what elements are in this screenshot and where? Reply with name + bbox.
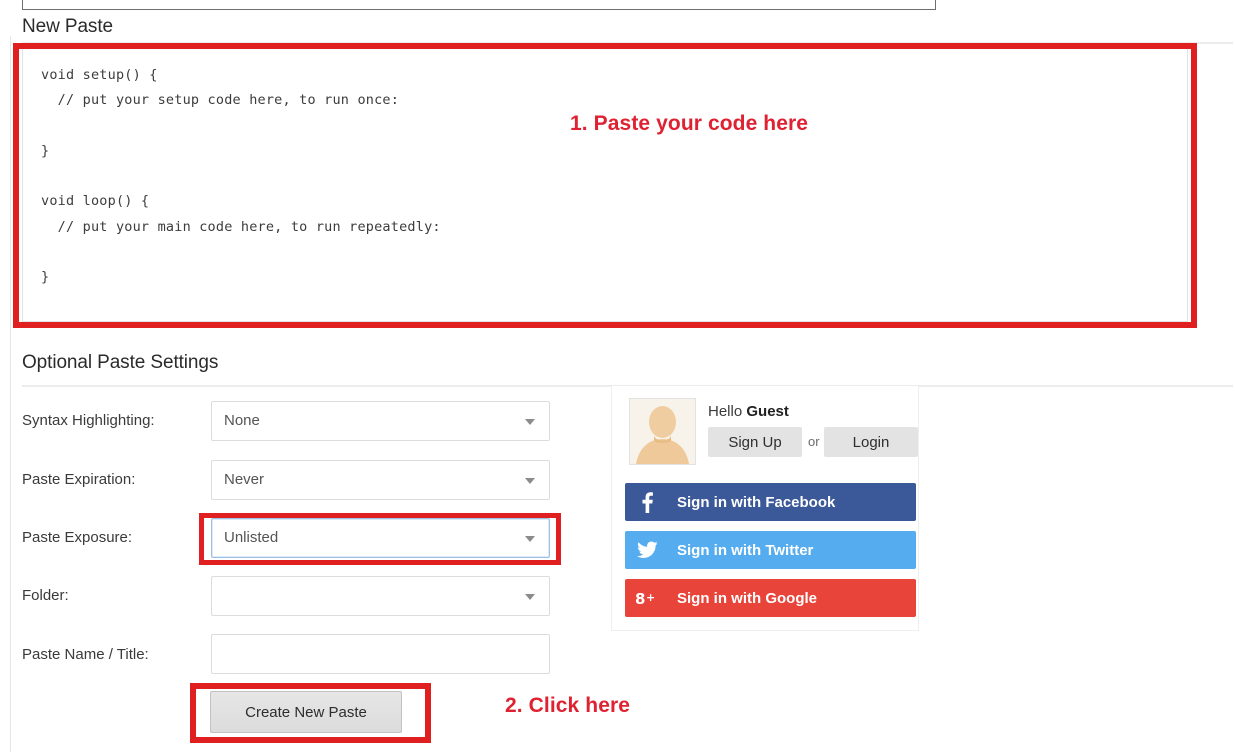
syntax-highlighting-row: None (211, 401, 550, 441)
avatar (629, 398, 696, 465)
annotation-step-2: 2. Click here (505, 694, 631, 717)
cropped-field-above-fold[interactable] (22, 0, 936, 10)
google-plus-icon: 8 + (625, 579, 669, 617)
sign-in-with-twitter-button[interactable]: Sign in with Twitter (625, 531, 916, 569)
content-left-rule (10, 36, 11, 752)
greeting-text: Hello Guest (708, 403, 789, 420)
new-paste-heading: New Paste (22, 16, 113, 37)
sign-in-with-facebook-button[interactable]: Sign in with Facebook (625, 483, 916, 521)
paste-name-input[interactable] (211, 634, 550, 674)
syntax-highlighting-label: Syntax Highlighting: (22, 412, 155, 429)
sign-up-button[interactable]: Sign Up (708, 427, 802, 457)
greeting-prefix: Hello (708, 403, 743, 420)
facebook-icon (625, 483, 669, 521)
sign-in-with-twitter-label: Sign in with Twitter (677, 542, 814, 559)
paste-name-label: Paste Name / Title: (22, 646, 149, 663)
chevron-down-icon (525, 478, 535, 484)
syntax-highlighting-value: None (224, 412, 260, 429)
paste-expiration-row: Never (211, 460, 550, 500)
svg-text:8: 8 (635, 590, 645, 607)
paste-expiration-value: Never (224, 471, 265, 488)
user-name: Guest (746, 403, 789, 420)
paste-code-area[interactable]: void setup() { // put your setup code he… (22, 48, 1188, 322)
paste-exposure-select[interactable]: Unlisted (211, 518, 550, 558)
sign-in-with-google-button[interactable]: 8 + Sign in with Google (625, 579, 916, 617)
optional-paste-settings-heading: Optional Paste Settings (22, 352, 219, 373)
chevron-down-icon (525, 594, 535, 600)
chevron-down-icon (525, 536, 535, 542)
sign-in-with-google-label: Sign in with Google (677, 590, 817, 607)
svg-text:+: + (646, 591, 655, 604)
paste-code-content[interactable]: void setup() { // put your setup code he… (41, 63, 441, 291)
annotation-step-1: 1. Paste your code here (570, 112, 809, 135)
chevron-down-icon (525, 419, 535, 425)
sign-in-with-facebook-label: Sign in with Facebook (677, 494, 836, 511)
paste-exposure-label: Paste Exposure: (22, 529, 133, 546)
folder-row (211, 576, 550, 616)
page-root: New Paste void setup() { // put your set… (0, 0, 1235, 752)
create-new-paste-button[interactable]: Create New Paste (210, 691, 402, 733)
login-button[interactable]: Login (824, 427, 918, 457)
folder-select[interactable] (211, 576, 550, 616)
or-separator-label: or (808, 434, 820, 449)
syntax-highlighting-select[interactable]: None (211, 401, 550, 441)
twitter-icon (625, 531, 669, 569)
paste-exposure-value: Unlisted (224, 529, 279, 546)
account-panel: Hello Guest Sign Up or Login Sign in wit… (611, 386, 919, 631)
folder-label: Folder: (22, 587, 69, 604)
new-paste-divider (22, 42, 1233, 44)
paste-exposure-row: Unlisted (211, 518, 550, 558)
paste-expiration-label: Paste Expiration: (22, 471, 136, 488)
paste-expiration-select[interactable]: Never (211, 460, 550, 500)
